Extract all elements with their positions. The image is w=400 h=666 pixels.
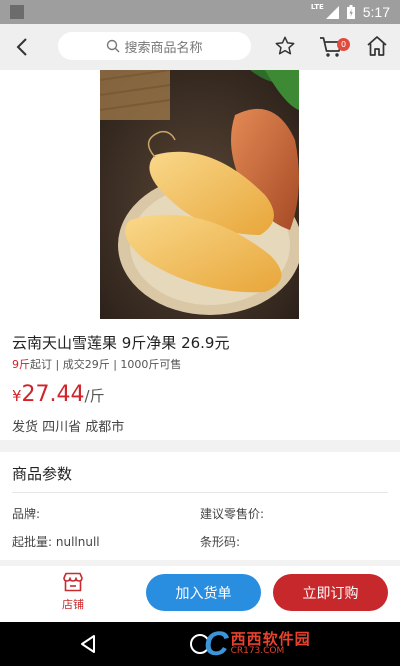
product-image[interactable]	[100, 70, 299, 319]
sold-count: 成交29斤	[62, 358, 110, 371]
price-currency: ¥	[12, 387, 22, 405]
cart-count-badge: 0	[337, 38, 350, 51]
system-nav-bar: C 西西软件园 CR173.COM	[0, 622, 400, 666]
watermark-site: CR173.COM	[230, 646, 285, 657]
product-meta: 9斤起订 | 成交29斤 | 1000斤可售	[12, 356, 181, 372]
divider: |	[55, 358, 63, 371]
param-retail-price: 建议零售价:	[200, 507, 265, 521]
back-arrow-icon[interactable]	[12, 36, 34, 58]
product-title: 云南天山雪莲果 9斤净果 26.9元	[12, 334, 230, 352]
min-order: 9斤	[12, 358, 30, 371]
search-icon	[107, 39, 120, 53]
shipping-origin: 发货 四川省 成都市	[12, 420, 125, 435]
top-nav: 搜索商品名称 0	[0, 24, 400, 70]
min-order-suffix: 起订	[30, 358, 52, 371]
notification-icon	[10, 5, 24, 19]
status-bar: LTE 5:17	[0, 0, 400, 24]
stock-count: 1000斤可售	[120, 358, 182, 371]
divider	[12, 492, 388, 493]
watermark-c-icon: C	[204, 625, 229, 663]
clock: 5:17	[362, 4, 390, 20]
network-type: LTE	[310, 3, 324, 11]
price-unit: /斤	[84, 387, 105, 405]
shop-button[interactable]: 店铺	[50, 572, 96, 612]
bottom-action-bar: 店铺 加入货单 立即订购	[0, 566, 400, 622]
param-batch: 起批量: nullnull	[12, 535, 100, 549]
add-to-list-button[interactable]: 加入货单	[146, 574, 261, 611]
search-placeholder: 搜索商品名称	[124, 40, 203, 56]
watermark-logo: C 西西软件园 CR173.COM	[204, 625, 311, 663]
params-heading: 商品参数	[12, 465, 73, 483]
shop-icon	[63, 572, 83, 592]
product-info: 云南天山雪莲果 9斤净果 26.9元 9斤起订 | 成交29斤 | 1000斤可…	[0, 70, 400, 440]
product-price: ¥27.44/斤	[12, 382, 105, 407]
product-params: 商品参数 品牌: 建议零售价: 起批量: nullnull 条形码:	[0, 452, 400, 560]
shop-label: 店铺	[62, 598, 84, 611]
buy-now-button[interactable]: 立即订购	[273, 574, 388, 611]
battery-icon	[346, 5, 355, 19]
param-brand: 品牌:	[12, 507, 41, 521]
price-value: 27.44	[21, 382, 85, 407]
search-input[interactable]: 搜索商品名称	[58, 32, 251, 60]
param-barcode: 条形码:	[200, 535, 241, 549]
favorite-star-icon[interactable]	[274, 35, 296, 57]
home-icon[interactable]	[365, 34, 389, 58]
signal-icon	[325, 5, 339, 19]
system-back-icon[interactable]	[80, 635, 96, 653]
watermark-brand: 西西软件园	[230, 629, 311, 648]
